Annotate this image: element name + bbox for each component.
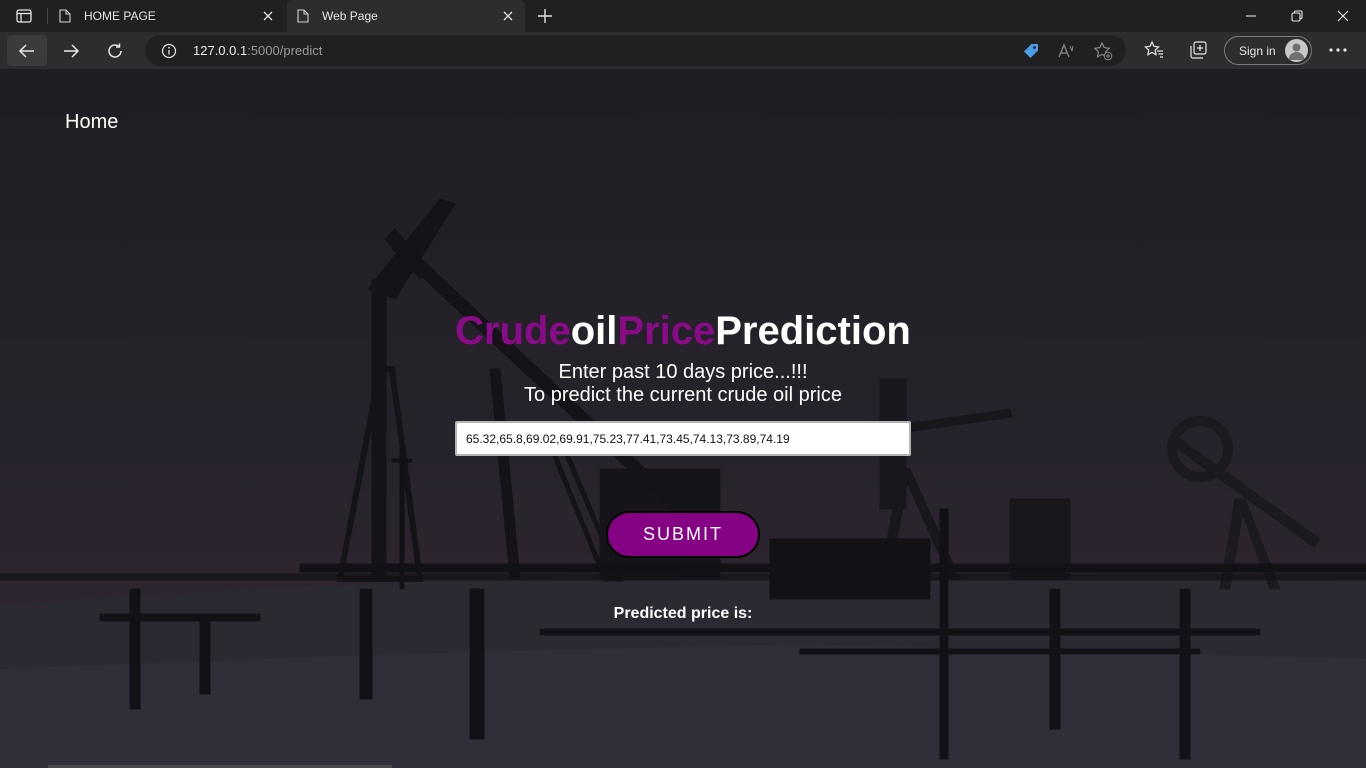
restore-icon <box>1291 10 1303 22</box>
close-window-button[interactable] <box>1320 0 1366 32</box>
price-history-input[interactable] <box>455 421 911 456</box>
url-host: 127.0.0.1 <box>193 43 248 58</box>
arrow-left-icon <box>18 43 34 58</box>
url-path: :5000/predict <box>247 43 323 58</box>
tab-label: HOME PAGE <box>84 9 156 23</box>
plus-icon <box>538 9 552 23</box>
sign-in-label: Sign in <box>1239 44 1276 58</box>
nav-home-link[interactable]: Home <box>65 111 118 134</box>
page-icon <box>59 9 71 26</box>
instruction-line-2: To predict the current crude oil price <box>524 384 842 406</box>
sign-in-button[interactable]: Sign in <box>1224 36 1312 65</box>
read-aloud-icon[interactable] <box>1057 41 1077 61</box>
tab-home-page[interactable]: HOME PAGE <box>49 0 285 32</box>
close-icon[interactable] <box>501 9 515 23</box>
browser-toolbar: 127.0.0.1:5000/predict Sign in <box>0 32 1366 69</box>
url-text[interactable]: 127.0.0.1:5000/predict <box>193 43 322 58</box>
info-icon[interactable] <box>161 43 177 64</box>
more-icon[interactable] <box>1325 37 1351 63</box>
tag-icon[interactable] <box>1021 41 1041 61</box>
instruction-line-1: Enter past 10 days price...!!! <box>558 361 808 383</box>
page-content: Home CrudeoilPricePrediction Enter past … <box>0 69 1366 768</box>
title-prediction: Prediction <box>715 309 911 353</box>
oilfield-background-image <box>0 69 1366 768</box>
favorites-icon[interactable] <box>1141 37 1167 63</box>
collections-icon[interactable] <box>1185 37 1211 63</box>
reload-button[interactable] <box>95 35 135 66</box>
title-crude: Crude <box>455 309 571 353</box>
page-icon <box>297 9 309 26</box>
prediction-result: Predicted price is: <box>613 605 753 622</box>
forward-button[interactable] <box>51 35 91 66</box>
tab-actions-icon[interactable] <box>8 4 40 28</box>
arrow-right-icon <box>64 43 80 58</box>
title-price: Price <box>617 309 716 353</box>
minimize-icon <box>1246 15 1256 17</box>
title-oil: oil <box>570 309 618 353</box>
tab-separator <box>47 8 48 24</box>
address-bar[interactable]: 127.0.0.1:5000/predict <box>145 35 1126 66</box>
close-icon[interactable] <box>261 9 275 23</box>
title-bar: HOME PAGE Web Page <box>0 0 1366 32</box>
minimize-button[interactable] <box>1228 0 1274 32</box>
star-plus-icon[interactable] <box>1093 41 1113 61</box>
close-icon <box>1337 10 1349 22</box>
avatar <box>1285 39 1308 62</box>
tab-web-page[interactable]: Web Page <box>287 0 525 32</box>
reload-icon <box>108 43 122 58</box>
back-button[interactable] <box>7 35 47 66</box>
submit-button[interactable]: SUBMIT <box>606 511 760 558</box>
tab-label: Web Page <box>322 9 378 23</box>
page-title: CrudeoilPricePrediction <box>0 309 1366 354</box>
new-tab-button[interactable] <box>534 5 556 27</box>
restore-button[interactable] <box>1274 0 1320 32</box>
